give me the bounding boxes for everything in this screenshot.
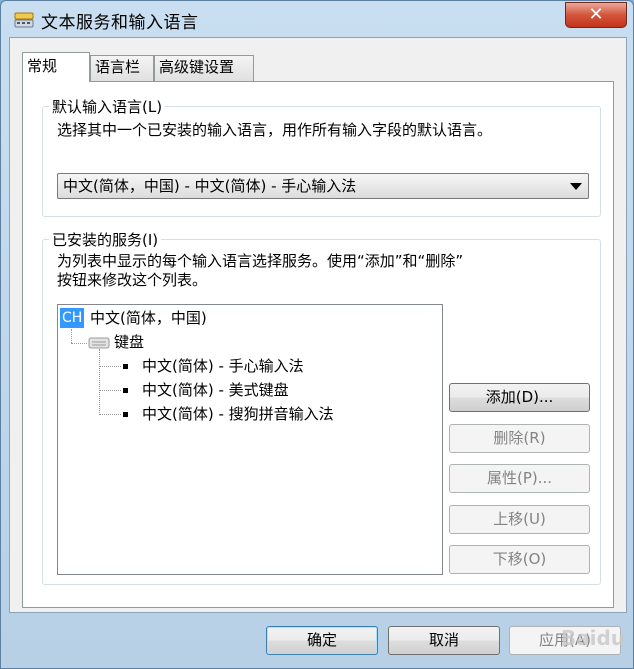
- installed-services-description-line1: 为列表中显示的每个输入语言选择服务。使用“添加”和“删除”: [57, 252, 464, 270]
- close-icon: ✕: [588, 4, 604, 25]
- watermark-logo: Baidu: [560, 626, 625, 650]
- default-language-description: 选择其中一个已安装的输入语言，用作所有输入字段的默认语言。: [57, 121, 493, 139]
- tree-service-item[interactable]: 中文(简体) - 手心输入法: [142, 356, 304, 376]
- move-down-button[interactable]: 下移(O): [449, 545, 590, 574]
- tab-advanced-key-settings[interactable]: 高级键设置: [154, 55, 254, 81]
- tab-panel-general: 默认输入语言(L) 选择其中一个已安装的输入语言，用作所有输入字段的默认语言。 …: [22, 81, 614, 608]
- properties-button[interactable]: 属性(P)...: [449, 464, 590, 493]
- tab-general[interactable]: 常规: [22, 52, 90, 82]
- tab-label: 常规: [27, 57, 58, 75]
- button-label: 上移(U): [493, 510, 546, 528]
- tree-language-node[interactable]: 中文(简体，中国): [90, 308, 207, 328]
- bullet-icon: [123, 364, 128, 369]
- installed-services-group: 已安装的服务(I) 为列表中显示的每个输入语言选择服务。使用“添加”和“删除” …: [42, 229, 601, 585]
- language-badge[interactable]: CH: [60, 308, 85, 328]
- button-label: 属性(P)...: [486, 469, 553, 487]
- button-label: 确定: [306, 631, 337, 649]
- bullet-icon: [123, 412, 128, 417]
- tree-service-item[interactable]: 中文(简体) - 美式键盘: [142, 380, 289, 400]
- tab-language-bar[interactable]: 语言栏: [90, 55, 154, 81]
- tree-connector: [71, 329, 72, 343]
- tab-label: 语言栏: [95, 58, 141, 76]
- move-up-button[interactable]: 上移(U): [449, 505, 590, 534]
- tree-service-item[interactable]: 中文(简体) - 搜狗拼音输入法: [142, 404, 334, 424]
- button-label: 取消: [428, 631, 459, 649]
- window-title: 文本服务和输入语言: [41, 13, 199, 33]
- default-language-dropdown[interactable]: 中文(简体，中国) - 中文(简体) - 手心输入法: [57, 173, 589, 199]
- group-title: 默认输入语言(L): [49, 96, 166, 117]
- tree-connector: [99, 366, 121, 367]
- chevron-down-icon: [570, 183, 582, 190]
- installed-services-description-line2: 按钮来修改这个列表。: [57, 271, 208, 289]
- button-label: 添加(D)...: [485, 388, 554, 406]
- title-bar[interactable]: 文本服务和输入语言 ✕: [1, 1, 633, 37]
- default-language-group: 默认输入语言(L) 选择其中一个已安装的输入语言，用作所有输入字段的默认语言。 …: [42, 96, 601, 217]
- button-label: 下移(O): [492, 550, 547, 568]
- group-title: 已安装的服务(I): [49, 229, 162, 250]
- tree-category-node[interactable]: 键盘: [114, 332, 144, 352]
- tree-connector: [99, 349, 100, 415]
- remove-button[interactable]: 删除(R): [449, 424, 590, 453]
- add-button[interactable]: 添加(D)...: [449, 383, 590, 412]
- dialog-window: 文本服务和输入语言 ✕ 常规 语言栏 高级键设置 默认输入语言(L) 选择其中一…: [0, 0, 634, 669]
- dialog-client-area: 常规 语言栏 高级键设置 默认输入语言(L) 选择其中一个已安装的输入语言，用作…: [9, 37, 627, 613]
- ok-button[interactable]: 确定: [266, 626, 378, 655]
- tree-connector: [71, 343, 87, 344]
- button-label: 删除(R): [493, 429, 546, 447]
- dropdown-selected-value: 中文(简体，中国) - 中文(简体) - 手心输入法: [63, 177, 357, 195]
- cancel-button[interactable]: 取消: [388, 626, 500, 655]
- tree-connector: [99, 414, 121, 415]
- close-button[interactable]: ✕: [565, 2, 627, 28]
- keyboard-icon: [14, 12, 34, 28]
- services-tree[interactable]: CH 中文(简体，中国) 键盘 中文(简体) - 手心输入法 中文(简体) - …: [57, 304, 443, 575]
- keyboard-icon: [88, 337, 110, 349]
- tree-connector: [99, 390, 121, 391]
- bullet-icon: [123, 388, 128, 393]
- tab-label: 高级键设置: [159, 58, 235, 76]
